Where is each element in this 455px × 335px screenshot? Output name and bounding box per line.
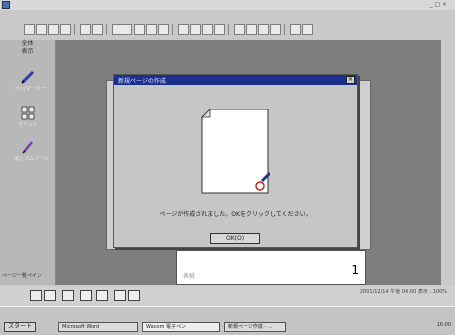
menubar [0, 11, 455, 21]
toolbar-divider [284, 24, 286, 35]
system-tray-clock: 16:00 [436, 322, 451, 328]
view-single-icon[interactable] [30, 290, 42, 301]
marker-mode-icon[interactable] [128, 290, 140, 301]
layout-icon[interactable] [290, 24, 301, 35]
tool-sidebar: 全体 表示 ペン/マーカー グリッド 消しゴムツール ページ一覧ペイン [0, 40, 56, 285]
sidebar-header: 全体 [21, 40, 34, 47]
page-sheet[interactable]: 表紙 1 [176, 250, 366, 285]
sidebar-tool-label: ペン/マーカー [14, 86, 46, 92]
sidebar-tool-pen[interactable]: ペン/マーカー [14, 70, 46, 92]
grid-icon [20, 106, 36, 120]
prev-page-icon[interactable] [246, 24, 257, 35]
sidebar-tool-eraser[interactable]: 消しゴムツール [14, 140, 50, 162]
start-button[interactable]: スタート [4, 322, 37, 332]
toolbar-divider [74, 24, 76, 35]
taskbar: スタート Microsoft Word Wacom 電子ペン 新規ページ作成 -… [0, 306, 455, 335]
save-icon[interactable] [48, 24, 59, 35]
print-icon[interactable] [60, 24, 71, 35]
toolbar-divider [106, 24, 108, 35]
redo-icon[interactable] [92, 24, 103, 35]
cut-icon[interactable] [134, 24, 145, 35]
close-icon[interactable]: × [346, 76, 355, 84]
toolbar [0, 22, 455, 38]
sidebar-tool-label: 消しゴムツール [14, 156, 50, 162]
zoom-in-icon[interactable] [178, 24, 189, 35]
sidebar-tool-grid[interactable]: グリッド [14, 106, 42, 128]
app-titlebar: _ □ × [0, 0, 455, 10]
copy-icon[interactable] [146, 24, 157, 35]
help-icon[interactable] [302, 24, 313, 35]
sidebar-tool-label: グリッド [17, 122, 38, 128]
new-file-icon[interactable] [24, 24, 35, 35]
zoom-select[interactable] [112, 24, 132, 35]
page-label: 表紙 [183, 273, 196, 280]
eraser-icon [20, 140, 36, 154]
window-controls[interactable]: _ □ × [429, 1, 447, 8]
taskbar-item-active[interactable]: Wacom 電子ペン [142, 322, 220, 332]
undo-icon[interactable] [80, 24, 91, 35]
ok-button[interactable]: OK(O) [210, 233, 260, 244]
toolbar-divider [228, 24, 230, 35]
sidebar-subheader: 表示 [21, 48, 34, 55]
view-double-icon[interactable] [44, 290, 56, 301]
statusbar: 2001/12/14 午後 04:00 表示 : 100% [0, 286, 455, 306]
dialog-message: ページが作成されました。OKをクリックしてください。 [159, 211, 312, 218]
zoom-out-icon[interactable] [190, 24, 201, 35]
first-page-icon[interactable] [234, 24, 245, 35]
next-page-icon[interactable] [258, 24, 269, 35]
new-page-dialog: 新規ページの作成 × ページが作成されました。OKをクリックしてください。 OK… [113, 74, 358, 248]
dialog-titlebar: 新規ページの作成 × [114, 75, 357, 85]
dialog-title: 新規ページの作成 [118, 78, 166, 85]
taskbar-item[interactable]: 新規ページ作成 - ... [224, 322, 286, 332]
view-grid-icon[interactable] [96, 290, 108, 301]
open-file-icon[interactable] [36, 24, 47, 35]
pen-tool-icon[interactable] [214, 24, 225, 35]
document-icon [200, 108, 272, 195]
pen-mode-icon[interactable] [114, 290, 126, 301]
app-icon [2, 1, 10, 9]
paste-icon[interactable] [158, 24, 169, 35]
status-info: 2001/12/14 午後 04:00 表示 : 100% [359, 289, 447, 295]
taskbar-item[interactable]: Microsoft Word [58, 322, 138, 332]
view-thumb-icon[interactable] [80, 290, 92, 301]
page-list-pane-label: ページ一覧ペイン [2, 273, 42, 279]
pen-icon [20, 70, 36, 84]
last-page-icon[interactable] [270, 24, 281, 35]
toolbar-divider [172, 24, 174, 35]
page-number: 1 [351, 263, 359, 277]
view-list-icon[interactable] [62, 290, 74, 301]
pointer-icon[interactable] [202, 24, 213, 35]
